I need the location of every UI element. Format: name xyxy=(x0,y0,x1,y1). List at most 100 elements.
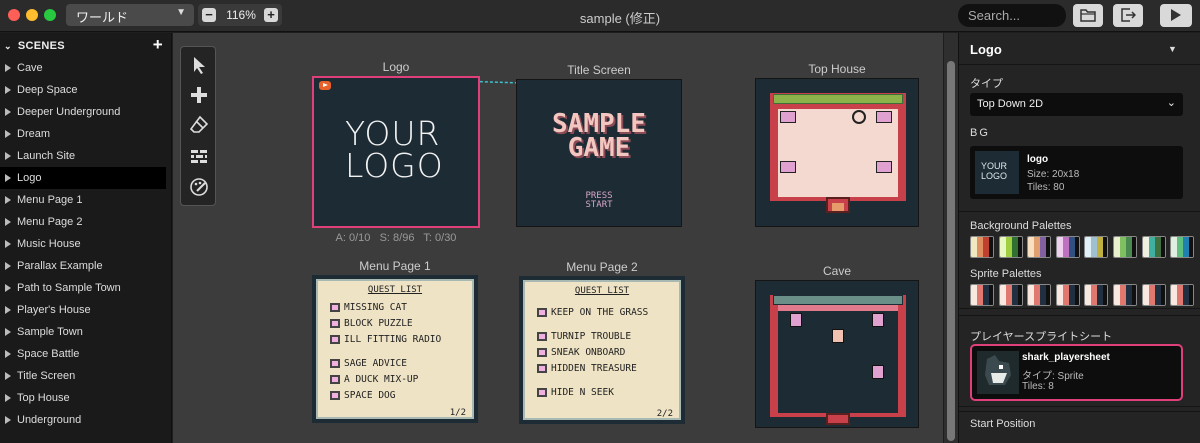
chevron-right-icon[interactable] xyxy=(5,108,11,116)
chevron-right-icon[interactable] xyxy=(5,284,11,292)
type-label: タイプ xyxy=(970,78,1003,90)
scene-list-item[interactable]: Space Battle xyxy=(0,343,171,365)
background-palette-swatch[interactable] xyxy=(1141,236,1166,258)
export-button[interactable] xyxy=(1113,4,1143,27)
chevron-right-icon[interactable] xyxy=(5,350,11,358)
world-canvas[interactable]: Logo YOUR LOGO A: 0/10 S: 8/96 T: 0/30 T… xyxy=(173,33,943,443)
scene-card-cave[interactable]: Cave xyxy=(755,264,919,428)
background-palette-swatch[interactable] xyxy=(1170,236,1195,258)
scene-list-item-label: Deeper Underground xyxy=(17,106,121,118)
chevron-right-icon[interactable] xyxy=(5,306,11,314)
minimize-window-button[interactable] xyxy=(26,9,38,21)
scene-type-select[interactable]: Top Down 2D ⌄ xyxy=(970,93,1183,116)
scene-card-title-screen[interactable]: Title Screen SAMPLE GAME PRESS START xyxy=(516,63,682,227)
background-palette-swatch[interactable] xyxy=(998,236,1023,258)
zoom-in-button[interactable]: + xyxy=(264,8,278,22)
background-palette-swatch[interactable] xyxy=(1084,236,1109,258)
scene-title: Logo xyxy=(382,60,410,74)
scenes-header[interactable]: ⌄ SCENES + xyxy=(0,33,171,57)
scrollbar-thumb[interactable] xyxy=(947,61,955,441)
add-scene-button[interactable]: + xyxy=(153,35,163,55)
background-thumbnail: YOUR LOGO xyxy=(975,151,1019,194)
scene-list-item[interactable]: Menu Page 1 xyxy=(0,189,171,211)
sprite-palette-swatch[interactable] xyxy=(1141,284,1166,306)
view-select[interactable]: ワールド ▼ xyxy=(66,4,194,26)
quest-item-label: TURNIP TROUBLE xyxy=(551,331,632,342)
quest-item-label: A DUCK MIX-UP xyxy=(344,374,419,385)
quest-item-label: HIDDEN TREASURE xyxy=(551,363,637,374)
background-palette-swatch[interactable] xyxy=(1055,236,1080,258)
scene-list-item[interactable]: Deep Space xyxy=(0,79,171,101)
scene-list-item-label: Deep Space xyxy=(17,84,78,96)
open-folder-button[interactable] xyxy=(1073,4,1103,27)
chevron-right-icon[interactable] xyxy=(5,174,11,182)
sprite-palette-swatch[interactable] xyxy=(970,284,994,306)
scene-list: Cave Deep Space Deeper Underground Dream Lau… xyxy=(0,57,171,431)
chevron-right-icon[interactable] xyxy=(5,86,11,94)
background-palette-swatch[interactable] xyxy=(1027,236,1052,258)
paint-tool-button[interactable] xyxy=(185,173,213,201)
scene-list-item[interactable]: Parallax Example xyxy=(0,255,171,277)
background-picker[interactable]: YOUR LOGO logo Size: 20x18 Tiles: 80 xyxy=(970,146,1183,199)
chevron-right-icon[interactable] xyxy=(5,372,11,380)
scene-list-item-label: Cave xyxy=(17,62,43,74)
scene-list-item[interactable]: Music House xyxy=(0,233,171,255)
search-input[interactable] xyxy=(958,4,1066,27)
chevron-down-icon[interactable]: ▼ xyxy=(1168,44,1177,54)
sprite-palette-swatch[interactable] xyxy=(1113,284,1137,306)
player-sprite-picker[interactable]: shark_playersheet タイプ: Sprite Tiles: 8 xyxy=(970,344,1183,401)
scene-thumbnail: YOUR LOGO xyxy=(312,76,480,228)
scene-list-item[interactable]: Logo xyxy=(0,167,166,189)
scene-card-top-house[interactable]: Top House xyxy=(755,62,919,227)
zoom-out-button[interactable]: − xyxy=(202,8,216,22)
scene-list-item[interactable]: Deeper Underground xyxy=(0,101,171,123)
scene-list-item[interactable]: Cave xyxy=(0,57,171,79)
scene-list-item[interactable]: Underground xyxy=(0,409,171,431)
scene-list-item[interactable]: Menu Page 2 xyxy=(0,211,171,233)
chevron-right-icon[interactable] xyxy=(5,262,11,270)
scene-list-item[interactable]: Top House xyxy=(0,387,171,409)
maximize-window-button[interactable] xyxy=(44,9,56,21)
sprite-palette-swatch[interactable] xyxy=(1084,284,1109,306)
chevron-right-icon[interactable] xyxy=(5,218,11,226)
background-palette-swatch[interactable] xyxy=(1113,236,1137,258)
background-tiles: Tiles: 80 xyxy=(1027,182,1065,193)
chevron-right-icon[interactable] xyxy=(5,416,11,424)
scene-thumbnail xyxy=(755,280,919,428)
checkbox-icon xyxy=(537,332,547,341)
chevron-right-icon[interactable] xyxy=(5,196,11,204)
scene-list-item[interactable]: Dream xyxy=(0,123,171,145)
run-game-button[interactable] xyxy=(1160,4,1192,27)
scene-card-menu-page-1[interactable]: Menu Page 1 QUEST LIST MISSING CAT BLOCK … xyxy=(312,259,478,423)
sprite-palette-swatch[interactable] xyxy=(998,284,1023,306)
chevron-right-icon[interactable] xyxy=(5,64,11,72)
scene-list-item[interactable]: Player's House xyxy=(0,299,171,321)
scene-card-menu-page-2[interactable]: Menu Page 2 QUEST LIST KEEP ON THE GRASS… xyxy=(519,260,685,424)
chevron-right-icon[interactable] xyxy=(5,394,11,402)
bg-thumb-line-2: LOGO xyxy=(981,171,1008,181)
palette-icon xyxy=(190,178,208,196)
page-indicator: 1/2 xyxy=(449,408,466,418)
sprite-palette-swatch[interactable] xyxy=(1027,284,1052,306)
canvas-scrollbar[interactable] xyxy=(944,33,958,443)
quest-item: MISSING CAT xyxy=(330,303,474,312)
chevron-right-icon[interactable] xyxy=(5,240,11,248)
quest-item: SNEAK ONBOARD xyxy=(537,348,681,357)
scene-type-value: Top Down 2D xyxy=(977,98,1044,110)
sprite-palette-swatch[interactable] xyxy=(1055,284,1080,306)
scene-list-item[interactable]: Path to Sample Town xyxy=(0,277,171,299)
scene-list-item[interactable]: Title Screen xyxy=(0,365,171,387)
scene-list-item-label: Top House xyxy=(17,392,70,404)
quest-item: A DUCK MIX-UP xyxy=(330,374,474,385)
scene-list-item[interactable]: Sample Town xyxy=(0,321,171,343)
chevron-right-icon[interactable] xyxy=(5,130,11,138)
chevron-right-icon[interactable] xyxy=(5,152,11,160)
scene-list-item[interactable]: Launch Site xyxy=(0,145,171,167)
background-palette-swatch[interactable] xyxy=(970,236,994,258)
sprite-palette-swatch[interactable] xyxy=(1170,284,1195,306)
inspector-header: Logo ▼ xyxy=(959,33,1200,65)
close-window-button[interactable] xyxy=(8,9,20,21)
scene-card-logo[interactable]: Logo YOUR LOGO A: 0/10 S: 8/96 T: 0/30 xyxy=(312,60,480,244)
chevron-right-icon[interactable] xyxy=(5,328,11,336)
quest-item-label: SAGE ADVICE xyxy=(344,358,407,369)
